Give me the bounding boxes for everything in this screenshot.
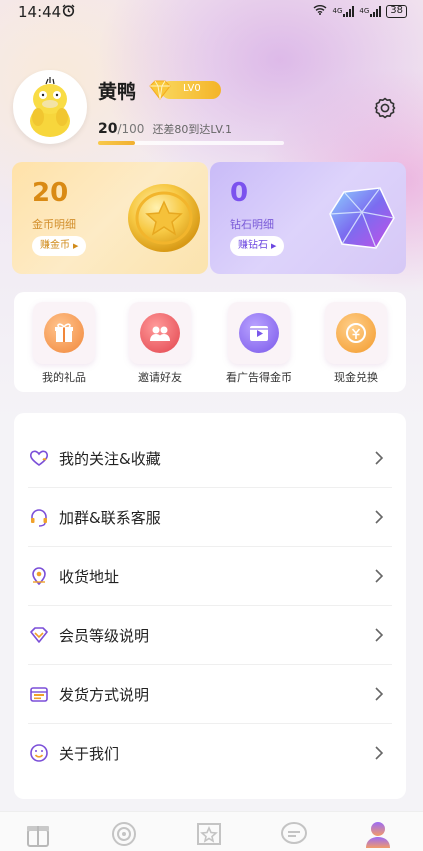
quick-action-tile: [33, 302, 95, 364]
gold-coin-card[interactable]: 20 金币明细 赚金币 ▶: [12, 162, 208, 274]
gold-value: 20: [32, 178, 69, 208]
signal-icon: [343, 5, 355, 17]
gift-box-icon: [27, 826, 49, 847]
user-name: 黄鸭: [98, 81, 137, 103]
crown-gem-icon: [149, 80, 171, 100]
exp-progress-fill: [98, 141, 136, 145]
user-profile-icon: [366, 822, 390, 848]
status-bar: 14:44 4G 4G 38: [0, 0, 423, 24]
nav-tab-messages[interactable]: [278, 818, 310, 850]
watch-ad-icon: [239, 313, 279, 353]
chevron-right-icon: [375, 569, 384, 583]
menu-label: 收货地址: [59, 568, 120, 586]
exp-hint: 还差80到达LV.1: [152, 123, 232, 136]
network-type-1: 4G: [332, 7, 343, 15]
star-ticket-icon: [197, 823, 221, 845]
location-icon: [32, 567, 46, 586]
exp-progress-bar: [98, 141, 284, 145]
network-type-2: 4G: [359, 7, 370, 15]
heart-icon: [29, 450, 49, 466]
status-right: 4G 4G 38: [313, 4, 407, 18]
box-icon: [30, 687, 48, 702]
chevron-right-icon: [375, 510, 384, 524]
chat-bubble-icon: [281, 822, 307, 844]
status-time: 14:44: [18, 3, 62, 21]
gift-icon: [44, 313, 84, 353]
chevron-right-icon: [375, 628, 384, 642]
menu-item-shipping[interactable]: 发货方式说明: [14, 665, 406, 724]
menu-item-favorites[interactable]: 我的关注&收藏: [14, 429, 406, 488]
earn-gold-label: 赚金币: [40, 240, 70, 251]
earn-diamond-button[interactable]: 赚钻石 ▶: [230, 236, 285, 256]
exp-current: 20: [98, 121, 118, 137]
settings-button[interactable]: [373, 96, 397, 120]
gold-coin-icon: [128, 184, 200, 252]
bottom-navigation: [0, 811, 423, 851]
quick-action-invite[interactable]: 邀请好友: [120, 302, 200, 385]
avatar[interactable]: [13, 70, 87, 144]
earn-gold-button[interactable]: 赚金币 ▶: [32, 236, 87, 256]
menu-item-about[interactable]: 关于我们: [14, 724, 406, 783]
exp-total: /100: [117, 122, 145, 136]
exp-text: 20/100 还差80到达LV.1: [98, 121, 232, 137]
alarm-icon: [62, 4, 75, 21]
quick-action-gifts[interactable]: 我的礼品: [24, 302, 104, 385]
quick-actions-panel: 我的礼品 邀请好友 看广告得金币 现金兑换: [14, 292, 406, 392]
menu-item-membership[interactable]: 会员等级说明: [14, 606, 406, 665]
menu-label: 关于我们: [59, 745, 120, 763]
signal-icon-2: [370, 5, 382, 17]
nav-tab-ticket[interactable]: [193, 818, 225, 850]
quick-action-cash-exchange[interactable]: 现金兑换: [316, 302, 396, 385]
invite-friends-icon: [140, 313, 180, 353]
earn-diamond-label: 赚钻石: [238, 240, 268, 251]
headset-icon: [31, 509, 47, 527]
menu-item-customer-service[interactable]: 加群&联系客服: [14, 488, 406, 547]
quick-action-tile: [129, 302, 191, 364]
nav-tab-home[interactable]: [22, 818, 54, 850]
nav-tab-profile[interactable]: [362, 818, 394, 850]
gold-label: 金币明细: [32, 218, 76, 231]
menu-label: 会员等级说明: [59, 627, 150, 645]
level-text: LV0: [183, 83, 201, 94]
menu-label: 发货方式说明: [59, 686, 150, 704]
menu-list: 我的关注&收藏 加群&联系客服 收货地址 会员等级说明 发货方式说明 关于我们: [14, 413, 406, 799]
gear-icon: [374, 97, 396, 119]
quick-action-label: 我的礼品: [42, 371, 86, 384]
diamond-gem-icon: [329, 187, 395, 249]
quick-action-watch-ad[interactable]: 看广告得金币: [219, 302, 299, 385]
quick-action-tile: [228, 302, 290, 364]
duck-avatar-icon: [16, 73, 84, 141]
battery-indicator: 38: [386, 4, 407, 18]
quick-action-label: 现金兑换: [334, 371, 378, 384]
diamond-icon: [30, 627, 48, 643]
chevron-right-icon: [375, 687, 384, 701]
play-arrow-icon: ▶: [73, 242, 79, 250]
chevron-right-icon: [375, 746, 384, 760]
target-icon: [112, 822, 136, 846]
quick-action-label: 邀请好友: [138, 371, 182, 384]
quick-action-tile: [325, 302, 387, 364]
wifi-icon: [313, 4, 327, 18]
nav-tab-discover[interactable]: [108, 818, 140, 850]
diamond-label: 钻石明细: [230, 218, 274, 231]
menu-label: 加群&联系客服: [59, 509, 161, 527]
menu-label: 我的关注&收藏: [59, 450, 161, 468]
level-badge[interactable]: LV0: [147, 79, 221, 101]
menu-item-address[interactable]: 收货地址: [14, 547, 406, 606]
smile-icon: [30, 744, 48, 762]
diamond-card[interactable]: 0 钻石明细 赚钻石 ▶: [210, 162, 406, 274]
quick-action-label: 看广告得金币: [226, 371, 292, 384]
cash-exchange-icon: [336, 313, 376, 353]
diamond-value: 0: [230, 178, 249, 208]
chevron-right-icon: [375, 451, 384, 465]
play-arrow-icon: ▶: [271, 242, 277, 250]
